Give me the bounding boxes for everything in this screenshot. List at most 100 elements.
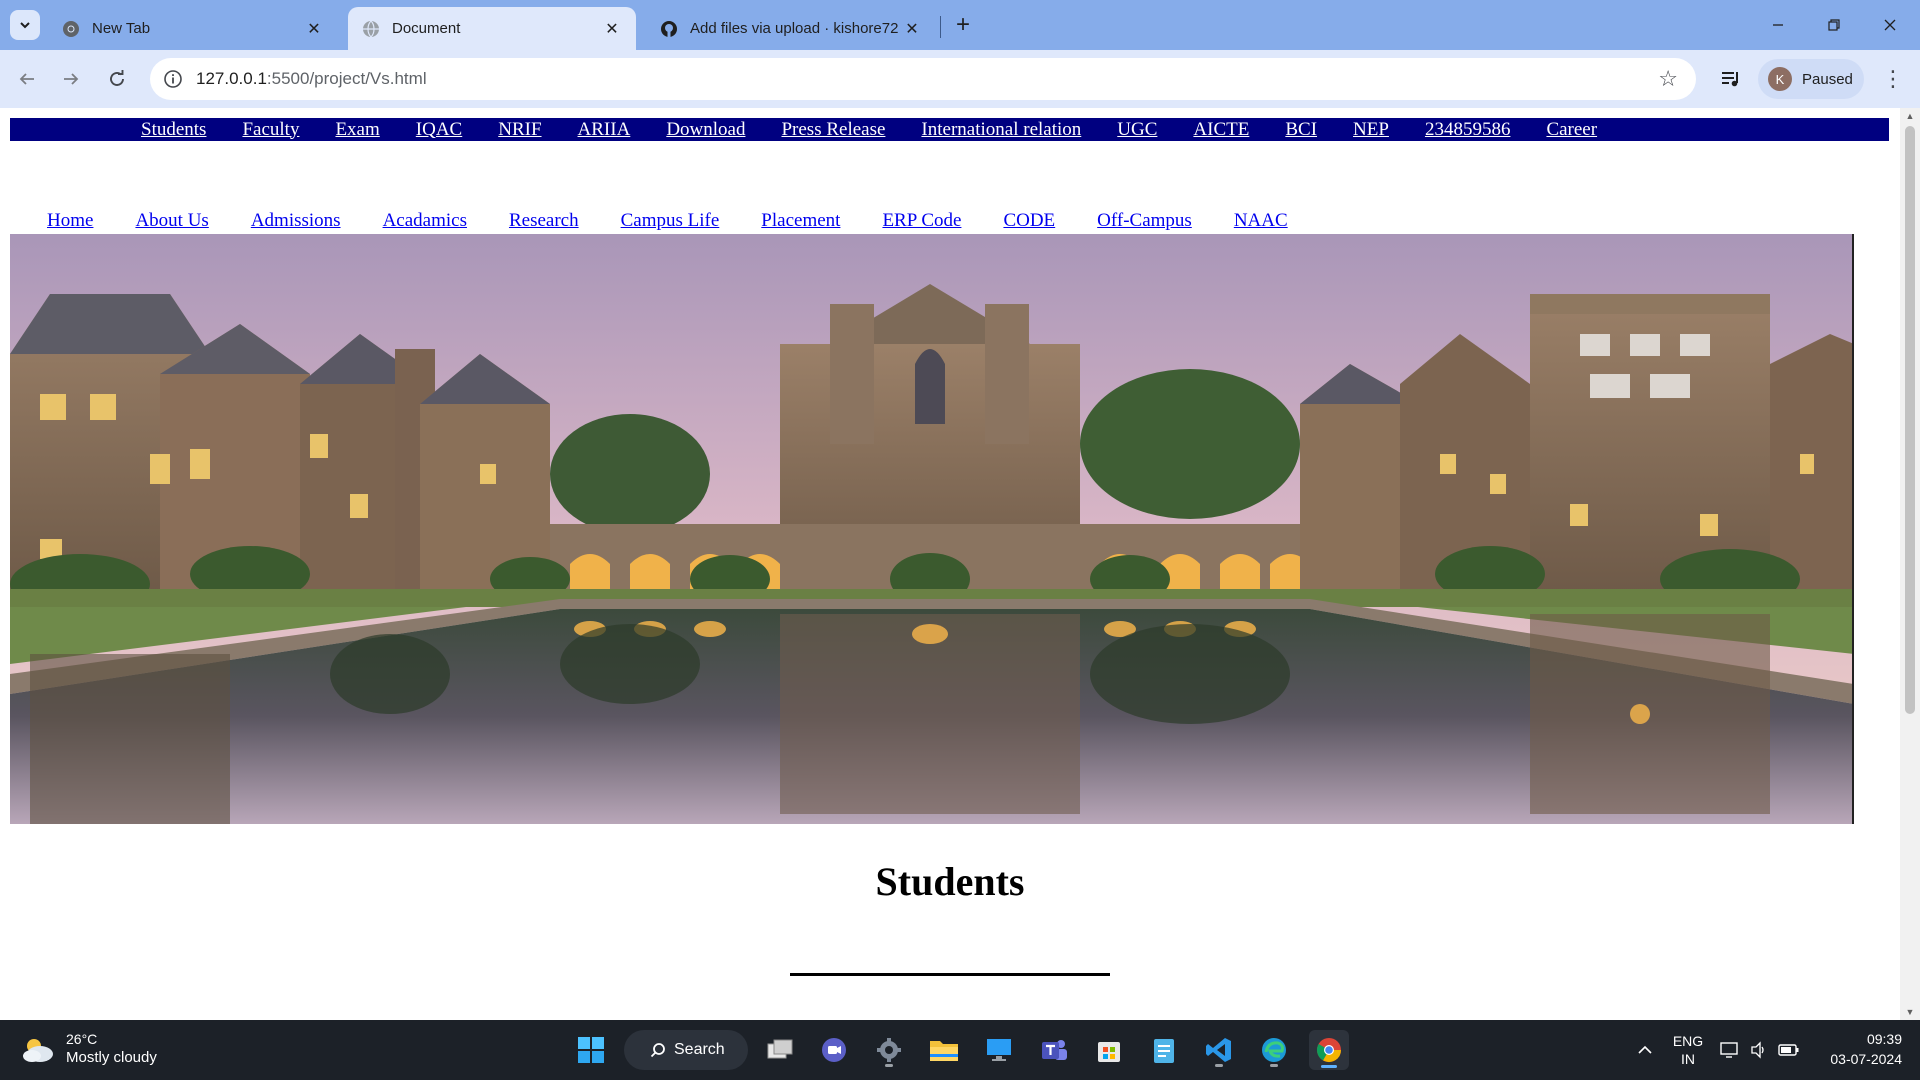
page-scrollbar[interactable]: ▲ ▼ (1900, 108, 1920, 1020)
top-nav-link-iqac[interactable]: IQAC (416, 119, 462, 141)
tab-new-tab[interactable]: New Tab ✕ (48, 7, 338, 50)
close-tab-icon[interactable]: ✕ (902, 19, 922, 39)
campus-hero-image (10, 234, 1854, 824)
task-view-button[interactable] (760, 1030, 800, 1070)
tab-search-button[interactable] (10, 10, 40, 40)
tab-strip: New Tab ✕ Document ✕ Add files via uploa… (0, 0, 1920, 50)
taskbar-search[interactable]: Search (624, 1030, 748, 1070)
clock-date: 03-07-2024 (1830, 1051, 1902, 1067)
system-tray-icons[interactable] (1720, 1030, 1800, 1070)
store-app-button[interactable] (1089, 1030, 1129, 1070)
scroll-up-arrow-icon[interactable]: ▲ (1905, 111, 1915, 121)
top-nav-link-press-release[interactable]: Press Release (781, 119, 885, 141)
chrome-icon (1316, 1038, 1341, 1063)
minimize-button[interactable] (1750, 0, 1806, 50)
top-nav-link-ariia[interactable]: ARIIA (578, 119, 631, 141)
section-title: Students (875, 859, 1025, 904)
language-indicator[interactable]: ENG IN (1666, 1030, 1710, 1070)
close-icon (1884, 19, 1896, 31)
chrome-app-button[interactable] (1309, 1030, 1349, 1070)
system-clock[interactable]: 09:39 03-07-2024 (1830, 1029, 1902, 1069)
nav-link-placement[interactable]: Placement (761, 210, 840, 232)
file-explorer-button[interactable] (924, 1030, 964, 1070)
top-nav-link-aicte[interactable]: AICTE (1193, 119, 1249, 141)
running-indicator (885, 1064, 893, 1067)
profile-button[interactable]: K Paused (1758, 59, 1864, 99)
language-code: ENG (1672, 1033, 1704, 1049)
nav-link-about-us[interactable]: About Us (135, 210, 208, 232)
top-nav-link-bci[interactable]: BCI (1285, 119, 1317, 141)
gear-icon (877, 1038, 901, 1062)
top-nav-link-international-relation[interactable]: International relation (921, 119, 1081, 141)
nav-link-erp-code[interactable]: ERP Code (882, 210, 961, 232)
nav-link-home[interactable]: Home (47, 210, 93, 232)
page-viewport: Students Faculty Exam IQAC NRIF ARIIA Do… (0, 108, 1920, 1020)
weather-widget[interactable]: 26°C Mostly cloudy (20, 1030, 157, 1068)
restore-button[interactable] (1806, 0, 1862, 50)
video-chat-icon (822, 1038, 846, 1062)
notepad-icon (1154, 1039, 1174, 1063)
close-tab-icon[interactable]: ✕ (602, 19, 622, 39)
vscode-app-button[interactable] (1199, 1030, 1239, 1070)
close-tab-icon[interactable]: ✕ (304, 19, 324, 39)
minimize-icon (1773, 24, 1783, 26)
nav-link-academics[interactable]: Acadamics (383, 210, 467, 232)
active-indicator (1321, 1065, 1337, 1068)
back-button[interactable] (12, 64, 42, 94)
reload-icon (110, 70, 124, 86)
tab-title: Document (392, 20, 461, 37)
tab-title: New Tab (92, 20, 151, 37)
monitor-icon (987, 1039, 1011, 1061)
tab-github[interactable]: Add files via upload · kishore72 ✕ (646, 7, 936, 50)
nav-link-naac[interactable]: NAAC (1234, 210, 1288, 232)
show-hidden-icons-button[interactable] (1630, 1030, 1660, 1070)
tab-separator (940, 16, 941, 38)
github-icon (661, 20, 677, 37)
globe-icon (363, 20, 379, 37)
top-nav-link-nep[interactable]: NEP (1353, 119, 1389, 141)
edge-icon (1262, 1038, 1286, 1062)
vscode-icon (1206, 1038, 1231, 1062)
top-nav-link-career[interactable]: Career (1546, 119, 1597, 141)
scroll-down-arrow-icon[interactable]: ▼ (1905, 1007, 1915, 1017)
remote-desktop-button[interactable] (979, 1030, 1019, 1070)
top-nav-link-nrif[interactable]: NRIF (498, 119, 541, 141)
url-text[interactable]: 127.0.0.1:5500/project/Vs.html (196, 69, 427, 89)
media-controls-button[interactable] (1716, 64, 1746, 94)
close-window-button[interactable] (1862, 0, 1918, 50)
forward-button[interactable] (56, 64, 86, 94)
top-nav-link-ugc[interactable]: UGC (1117, 119, 1157, 141)
reload-button[interactable] (102, 64, 132, 94)
top-nav-link-faculty[interactable]: Faculty (242, 119, 299, 141)
top-nav-link-students[interactable]: Students (141, 119, 206, 141)
top-nav-link-exam[interactable]: Exam (335, 119, 379, 141)
nav-link-code[interactable]: CODE (1003, 210, 1055, 232)
meet-app-button[interactable] (814, 1030, 854, 1070)
bookmark-star-icon[interactable]: ☆ (1658, 66, 1678, 92)
url-host: 127.0.0.1 (196, 69, 267, 88)
main-nav: Home About Us Admissions Acadamics Resea… (47, 210, 1330, 232)
top-nav-link-phone[interactable]: 234859586 (1425, 119, 1511, 141)
chrome-icon (63, 20, 79, 37)
menu-kebab-icon[interactable]: ⋮ (1878, 64, 1908, 94)
teams-app-button[interactable] (1034, 1030, 1074, 1070)
taskbar-search-label: Search (674, 1041, 725, 1058)
nav-link-admissions[interactable]: Admissions (251, 210, 341, 232)
top-nav-link-download[interactable]: Download (666, 119, 745, 141)
tab-document[interactable]: Document ✕ (348, 7, 636, 50)
start-button[interactable] (571, 1030, 611, 1070)
new-tab-button[interactable]: + (948, 10, 978, 40)
site-info-icon[interactable] (162, 68, 184, 90)
edge-app-button[interactable] (1254, 1030, 1294, 1070)
search-icon (650, 1043, 665, 1058)
nav-link-off-campus[interactable]: Off-Campus (1097, 210, 1192, 232)
scrollbar-thumb[interactable] (1905, 126, 1915, 714)
browser-toolbar: 127.0.0.1:5500/project/Vs.html ☆ K Pause… (0, 50, 1920, 108)
settings-app-button[interactable] (869, 1030, 909, 1070)
nav-link-campus-life[interactable]: Campus Life (621, 210, 720, 232)
avatar: K (1768, 67, 1792, 91)
notepad-app-button[interactable] (1144, 1030, 1184, 1070)
address-bar[interactable]: 127.0.0.1:5500/project/Vs.html ☆ (150, 58, 1696, 100)
nav-link-research[interactable]: Research (509, 210, 579, 232)
profile-status: Paused (1802, 70, 1853, 88)
